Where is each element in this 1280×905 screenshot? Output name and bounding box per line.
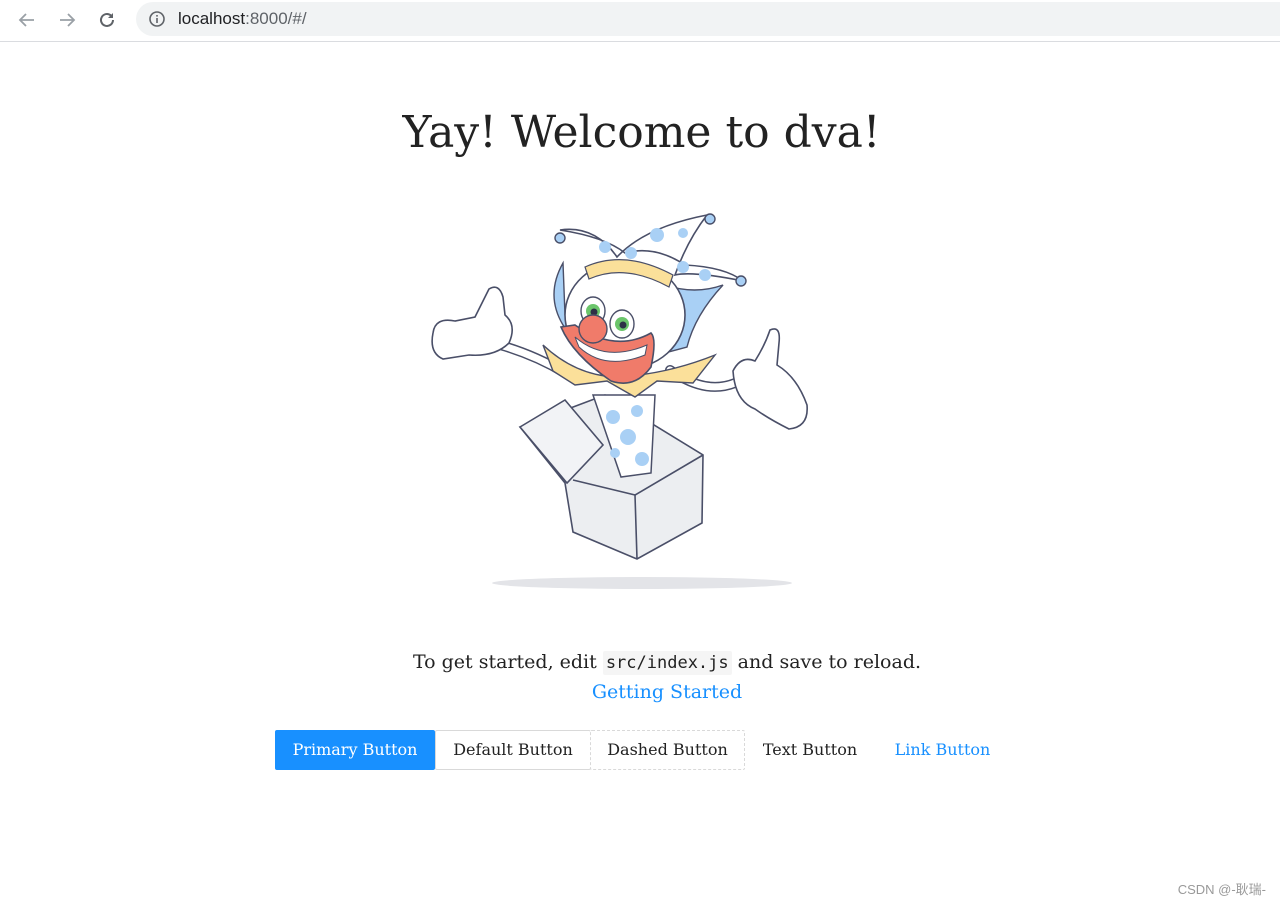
text-button[interactable]: Text Button bbox=[745, 730, 875, 770]
url-text[interactable]: localhost:8000/#/ bbox=[178, 8, 307, 30]
dashed-button[interactable]: Dashed Button bbox=[590, 730, 745, 770]
info-icon[interactable] bbox=[148, 10, 166, 28]
primary-button[interactable]: Primary Button bbox=[275, 730, 435, 770]
reload-icon bbox=[100, 12, 114, 27]
intro-after: and save to reload. bbox=[731, 651, 922, 673]
back-button[interactable] bbox=[13, 6, 41, 34]
address-bar[interactable]: localhost:8000/#/ bbox=[136, 2, 1280, 36]
arrow-left-icon bbox=[18, 13, 34, 27]
watermark: CSDN @-耿瑞- bbox=[1177, 882, 1266, 897]
default-button[interactable]: Default Button bbox=[435, 730, 591, 770]
intro-text: To get started, edit src/index.js and sa… bbox=[0, 649, 1280, 676]
page-title: Yay! Welcome to dva! bbox=[402, 107, 881, 158]
code-path: src/index.js bbox=[602, 651, 732, 675]
forward-button[interactable] bbox=[53, 6, 81, 34]
getting-started-link[interactable]: Getting Started bbox=[0, 679, 1280, 705]
browser-toolbar: localhost:8000/#/ bbox=[0, 0, 1280, 42]
reload-button[interactable] bbox=[93, 6, 121, 34]
url-path: :8000/#/ bbox=[245, 9, 307, 28]
link-button[interactable]: Link Button bbox=[875, 730, 1010, 770]
url-host: localhost bbox=[178, 9, 246, 28]
arrow-right-icon bbox=[60, 13, 76, 27]
clown-illustration bbox=[431, 213, 808, 589]
intro-before: To get started, edit bbox=[412, 651, 603, 673]
